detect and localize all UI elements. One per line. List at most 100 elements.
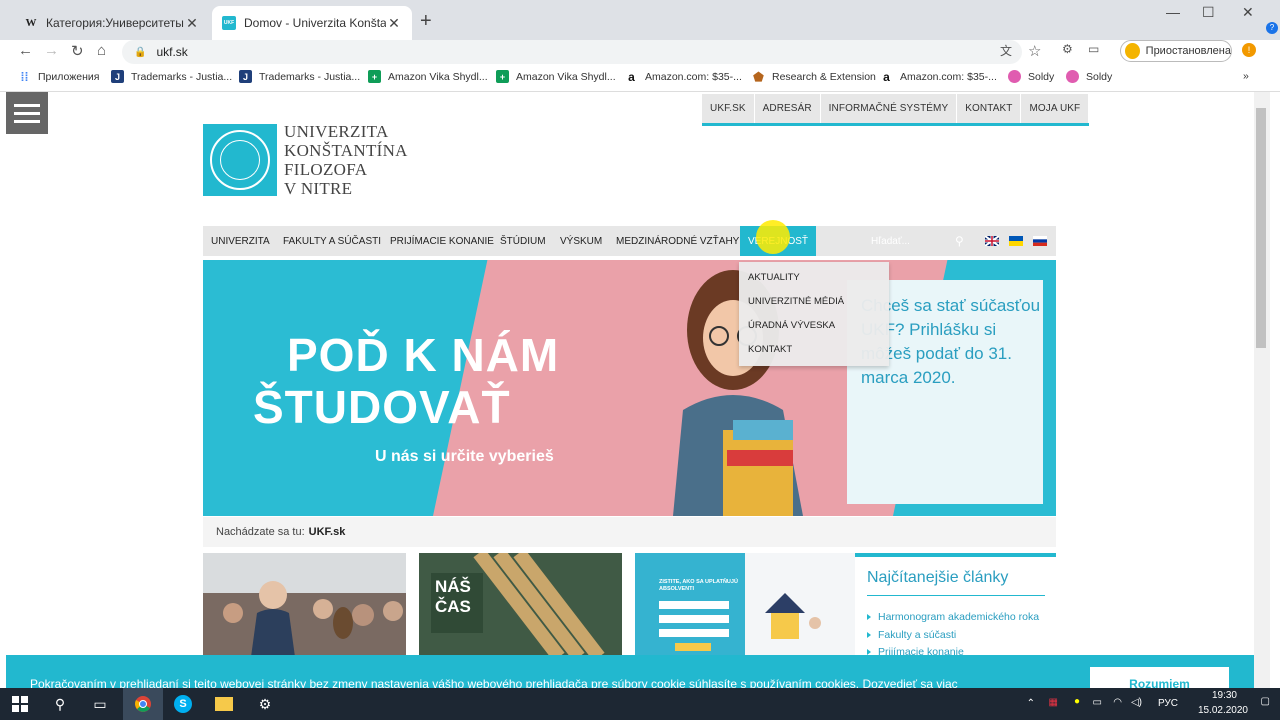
cast-icon[interactable]: ▭ <box>1088 42 1099 56</box>
clock-date[interactable]: 15.02.2020 <box>1198 705 1248 716</box>
close-tab-icon[interactable]: ✕ <box>386 15 402 32</box>
translate-icon[interactable]: 文 <box>1000 42 1012 59</box>
top-link-adresar[interactable]: ADRESÁR <box>754 94 821 123</box>
nav-studium[interactable]: ŠTÚDIUM <box>500 226 546 256</box>
more-bookmarks-icon[interactable]: » <box>1243 70 1249 82</box>
nav-vyskum[interactable]: VÝSKUM <box>560 226 602 256</box>
most-read-link[interactable]: Fakulty a súčasti <box>867 629 956 641</box>
back-icon[interactable]: ← <box>18 42 33 59</box>
news-card-magazine[interactable]: NÁŠ ČAS <box>419 553 622 657</box>
dropdown-item-kontakt[interactable]: KONTAKT <box>748 344 792 355</box>
university-name[interactable]: UNIVERZITA KONŠTANTÍNA FILOZOFA V NITRE <box>284 122 408 198</box>
network-icon[interactable]: ◠ <box>1113 697 1122 708</box>
tab-title: Категория:Университеты Слова <box>46 16 184 30</box>
chrome-icon[interactable] <box>123 688 163 720</box>
search-icon[interactable]: ⚲ <box>955 234 964 248</box>
cursor-highlight <box>756 220 790 254</box>
clock-time[interactable]: 19:30 <box>1212 690 1237 701</box>
close-tab-icon[interactable]: ✕ <box>184 15 200 32</box>
verejnost-dropdown: AKTUALITY UNIVERZITNÉ MÉDIÁ ÚRADNÁ VÝVES… <box>739 262 889 366</box>
skype-icon[interactable]: S <box>163 688 203 720</box>
name-line: KONŠTANTÍNA <box>284 141 408 160</box>
flag-russian-icon[interactable] <box>1033 236 1047 246</box>
close-window-icon[interactable]: ✕ <box>1242 4 1254 21</box>
notifications-icon[interactable]: ▢ <box>1261 696 1270 707</box>
menu-icon[interactable] <box>6 92 48 134</box>
bookmark-label: Amazon.com: $35-... <box>900 70 997 83</box>
nav-fakulty[interactable]: FAKULTY A SÚČASTI <box>283 226 381 256</box>
app-icon[interactable]: ⚙ <box>245 688 285 720</box>
bookmark-label: Приложения <box>38 70 100 83</box>
dropdown-item-univerzitne-media[interactable]: UNIVERZITNÉ MÉDIÁ <box>748 296 844 307</box>
file-explorer-icon[interactable] <box>204 688 244 720</box>
banner-headline-2: ŠTUDOVAŤ <box>253 381 511 433</box>
bookmark-apps[interactable]: ⁞⁞ Приложения <box>18 69 100 84</box>
language-indicator[interactable]: РУС <box>1158 698 1178 709</box>
help-icon[interactable]: ? <box>1266 22 1278 34</box>
bookmark-item[interactable]: + Amazon Vika Shydl... <box>496 70 616 83</box>
bookmark-item[interactable]: + Amazon Vika Shydl... <box>368 70 488 83</box>
update-alert-icon[interactable]: ! <box>1242 43 1256 57</box>
tray-app-icon[interactable]: ▦ <box>1049 697 1058 708</box>
task-view-icon[interactable]: ▭ <box>80 688 120 720</box>
top-link-kontakt[interactable]: KONTAKT <box>957 94 1022 123</box>
bookmark-label: Amazon.com: $35-... <box>645 70 742 83</box>
flag-english-icon[interactable] <box>985 236 999 246</box>
url-bar[interactable]: 🔒 ukf.sk <box>122 40 1022 64</box>
hero-banner[interactable]: POĎ K NÁM ŠTUDOVAŤ U nás si určite vyber… <box>203 260 1056 516</box>
tab-wikipedia[interactable]: W Категория:Университеты Слова ✕ <box>14 6 210 40</box>
name-line: FILOZOFA <box>284 160 368 179</box>
news-card-photo[interactable] <box>203 553 406 657</box>
bookmark-item[interactable]: a Amazon.com: $35-... <box>880 70 997 84</box>
windows-taskbar: ⚲ ▭ S ⚙ ⌃ ▦ ● ▭ ◠ ◁) РУС 19:30 15.02.202… <box>0 688 1280 720</box>
top-link-moja-ukf[interactable]: MOJA UKF <box>1021 94 1090 123</box>
maximize-icon[interactable]: ☐ <box>1202 4 1215 21</box>
justia-icon: J <box>111 70 124 83</box>
most-read-link[interactable]: Harmonogram akademického roka <box>867 611 1039 623</box>
minimize-icon[interactable]: — <box>1166 4 1180 20</box>
divider <box>867 595 1045 596</box>
top-link-ukfsk[interactable]: UKF.SK <box>702 94 755 123</box>
reload-icon[interactable]: ↻ <box>71 42 84 60</box>
bookmark-item[interactable]: Soldy <box>1008 70 1054 83</box>
tray-chevron-icon[interactable]: ⌃ <box>1027 698 1035 709</box>
nav-univerzita[interactable]: UNIVERZITA <box>211 226 270 256</box>
ukf-logo[interactable] <box>203 124 277 196</box>
bookmark-item[interactable]: J Trademarks - Justia... <box>239 70 360 83</box>
profile-button[interactable]: Приостановлена <box>1120 40 1232 62</box>
bookmark-item[interactable]: a Amazon.com: $35-... <box>625 70 742 84</box>
flag-ukrainian-icon[interactable] <box>1009 236 1023 246</box>
breadcrumb-current[interactable]: UKF.sk <box>309 526 346 538</box>
new-tab-button[interactable]: + <box>420 10 432 33</box>
banner-subline: U nás si určite vyberieš <box>375 448 554 465</box>
bookmark-item[interactable]: ⬟ Research & Extension <box>752 70 876 84</box>
windows-start-icon[interactable] <box>0 688 40 720</box>
bookmark-label: Amazon Vika Shydl... <box>388 70 488 83</box>
battery-icon[interactable]: ▭ <box>1093 697 1102 708</box>
bookmark-item[interactable]: Soldy <box>1066 70 1112 83</box>
bookmarks-bar: ⁞⁞ Приложения J Trademarks - Justia... J… <box>0 64 1280 92</box>
nav-medzinarodne-vztahy[interactable]: MEDZINÁRODNÉ VZŤAHY <box>616 226 739 256</box>
search-input[interactable]: Hľadať... ⚲ <box>867 226 977 256</box>
nav-prijimacie-konanie[interactable]: PRIJÍMACIE KONANIE <box>390 226 494 256</box>
dropdown-item-aktuality[interactable]: AKTUALITY <box>748 272 800 283</box>
dropdown-item-uradna-vyveska[interactable]: ÚRADNÁ VÝVESKA <box>748 320 835 331</box>
home-icon[interactable]: ⌂ <box>97 42 106 59</box>
bookmark-label: Soldy <box>1028 70 1055 83</box>
accept-cookies-button[interactable]: Rozumiem <box>1090 667 1229 688</box>
volume-icon[interactable]: ◁) <box>1131 697 1142 708</box>
ukf-favicon-icon: UKF <box>222 16 236 30</box>
tab-ukf[interactable]: UKF Domov - Univerzita Konštantína F ✕ <box>212 6 412 40</box>
apps-grid-icon: ⁞⁞ <box>20 69 29 84</box>
tray-app-icon[interactable]: ● <box>1074 696 1080 707</box>
search-icon[interactable]: ⚲ <box>40 688 80 720</box>
scrollbar-thumb[interactable] <box>1256 108 1266 348</box>
sheets-icon: + <box>368 70 381 83</box>
news-card-survey[interactable]: ZISTITE, AKO SA UPLATŇUJÚ ABSOLVENTI <box>635 553 855 657</box>
bookmark-star-icon[interactable]: ☆ <box>1028 42 1041 60</box>
forward-icon[interactable]: → <box>44 42 59 59</box>
extension-icon[interactable]: ⚙ <box>1062 42 1073 56</box>
bookmark-item[interactable]: J Trademarks - Justia... <box>111 70 232 83</box>
lock-icon: 🔒 <box>134 46 147 58</box>
top-link-informacne-systemy[interactable]: INFORMAČNÉ SYSTÉMY <box>820 94 958 123</box>
